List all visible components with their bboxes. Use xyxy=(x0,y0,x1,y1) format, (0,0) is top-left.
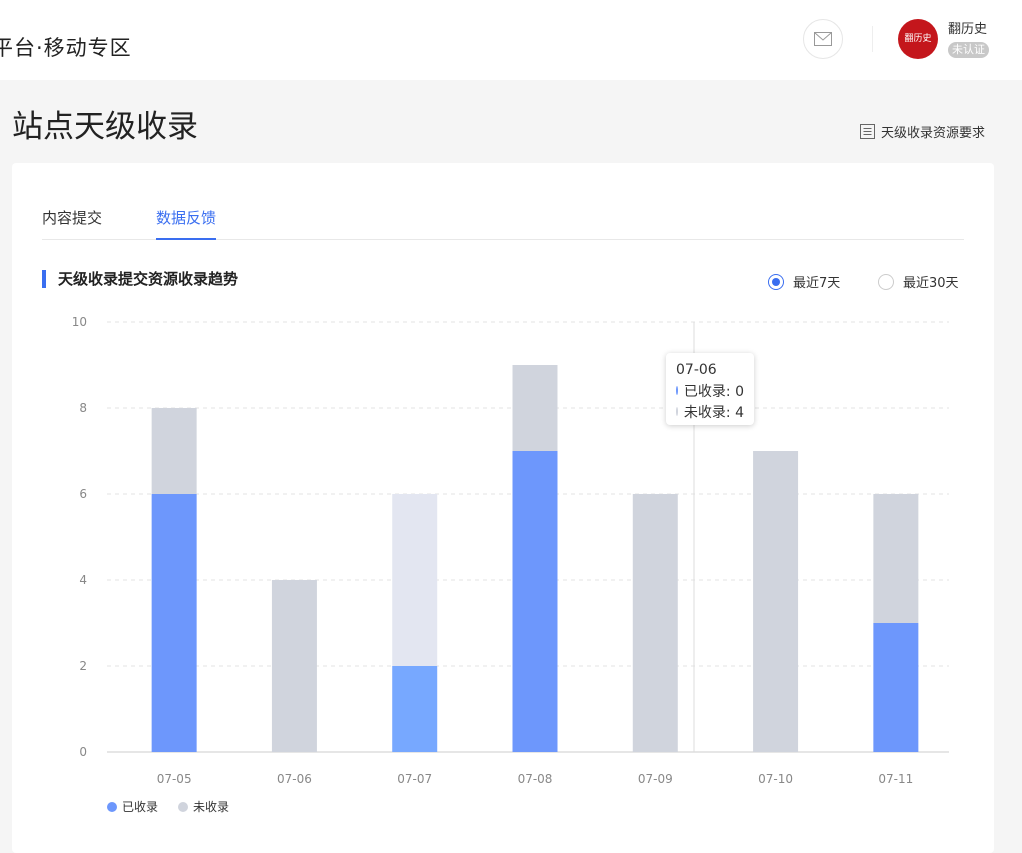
chart-tooltip: 07-06 已收录: 0 未收录: 4 xyxy=(666,353,754,425)
tooltip-not-indexed-row: 未收录: 4 xyxy=(676,401,744,422)
legend-not-indexed-label: 未收录 xyxy=(193,800,230,814)
indexed-dot-icon xyxy=(676,386,678,395)
tooltip-indexed-value: 已收录: 0 xyxy=(683,383,744,400)
y-tick-label: 4 xyxy=(79,573,87,587)
x-tick-label: 07-09 xyxy=(638,772,673,786)
x-tick-label: 07-06 xyxy=(277,772,312,786)
tooltip-indexed-row: 已收录: 0 xyxy=(676,380,744,401)
bar-indexed-07-11[interactable] xyxy=(873,623,919,752)
bar-not-indexed-07-10[interactable] xyxy=(753,451,799,752)
tooltip-not-indexed-value: 未收录: 4 xyxy=(683,404,744,421)
y-tick-label: 10 xyxy=(72,315,87,329)
legend-not-indexed-dot-icon xyxy=(178,801,188,812)
bar-indexed-07-07[interactable] xyxy=(392,666,438,752)
bar-indexed-07-08[interactable] xyxy=(512,451,558,752)
legend-indexed-label: 已收录 xyxy=(122,800,159,814)
y-tick-label: 0 xyxy=(79,745,87,759)
x-tick-label: 07-11 xyxy=(878,772,913,786)
x-tick-label: 07-07 xyxy=(397,772,432,786)
bar-not-indexed-07-11[interactable] xyxy=(873,494,919,623)
tooltip-date: 07-06 xyxy=(676,361,717,378)
legend-indexed-dot-icon xyxy=(107,801,117,812)
bar-not-indexed-07-08[interactable] xyxy=(512,365,558,451)
bar-not-indexed-07-09[interactable] xyxy=(632,494,678,752)
x-tick-label: 07-08 xyxy=(518,772,553,786)
legend-indexed[interactable]: 已收录 xyxy=(107,798,158,815)
bar-indexed-07-05[interactable] xyxy=(151,494,197,752)
legend-not-indexed[interactable]: 未收录 xyxy=(178,798,229,815)
bar-not-indexed-07-06[interactable] xyxy=(271,580,317,752)
trend-chart: 0 2 4 6 8 10 07-05 07-06 07-07 07-08 07-09 07-10 07-… xyxy=(72,315,949,786)
x-tick-label: 07-10 xyxy=(758,772,793,786)
not-indexed-dot-icon xyxy=(676,407,678,416)
bar-not-indexed-07-07[interactable] xyxy=(392,494,438,666)
x-tick-label: 07-05 xyxy=(157,772,192,786)
bar-not-indexed-07-05[interactable] xyxy=(151,408,197,494)
y-tick-label: 8 xyxy=(79,401,87,415)
y-tick-label: 2 xyxy=(79,659,87,673)
y-tick-label: 6 xyxy=(79,487,87,501)
